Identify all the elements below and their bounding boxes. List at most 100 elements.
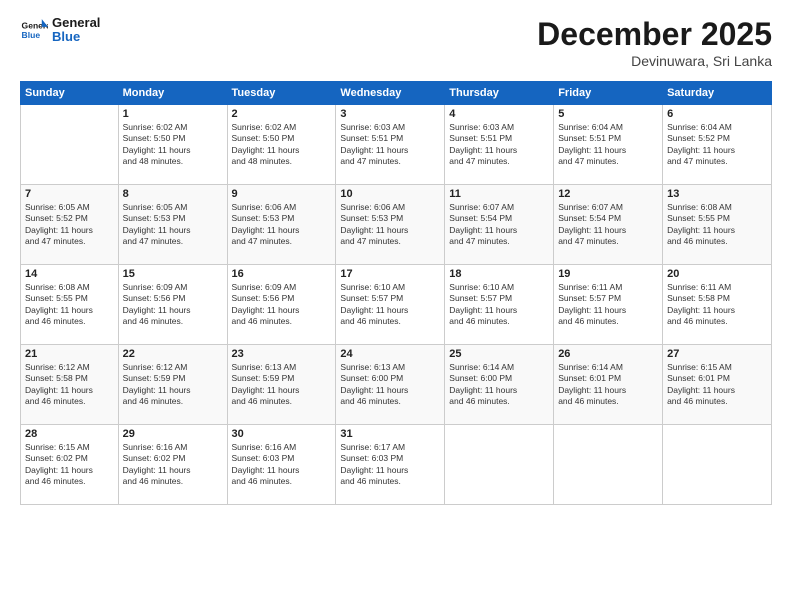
day-number: 3 bbox=[340, 108, 440, 120]
cell-info: Sunrise: 6:10 AMSunset: 5:57 PMDaylight:… bbox=[449, 282, 549, 328]
day-number: 30 bbox=[232, 428, 332, 440]
weekday-header-wednesday: Wednesday bbox=[336, 82, 445, 105]
cell-info: Sunrise: 6:05 AMSunset: 5:53 PMDaylight:… bbox=[123, 202, 223, 248]
day-number: 20 bbox=[667, 268, 767, 280]
cell-info: Sunrise: 6:06 AMSunset: 5:53 PMDaylight:… bbox=[340, 202, 440, 248]
cell-info: Sunrise: 6:16 AMSunset: 6:02 PMDaylight:… bbox=[123, 442, 223, 488]
weekday-header-saturday: Saturday bbox=[663, 82, 772, 105]
day-number: 9 bbox=[232, 188, 332, 200]
day-number: 8 bbox=[123, 188, 223, 200]
logo-general: General bbox=[52, 16, 100, 30]
calendar-cell bbox=[554, 425, 663, 505]
cell-info: Sunrise: 6:02 AMSunset: 5:50 PMDaylight:… bbox=[123, 122, 223, 168]
calendar-cell: 28Sunrise: 6:15 AMSunset: 6:02 PMDayligh… bbox=[21, 425, 119, 505]
logo-blue: Blue bbox=[52, 30, 100, 44]
cell-info: Sunrise: 6:13 AMSunset: 5:59 PMDaylight:… bbox=[232, 362, 332, 408]
calendar-cell: 21 Sunrise: 6:12 AMSunset: 5:58 PMDayligh… bbox=[21, 345, 119, 425]
calendar-cell: 14 Sunrise: 6:08 AMSunset: 5:55 PMDayligh… bbox=[21, 265, 119, 345]
calendar-cell: 26 Sunrise: 6:14 AMSunset: 6:01 PMDayligh… bbox=[554, 345, 663, 425]
calendar-cell: 18Sunrise: 6:10 AMSunset: 5:57 PMDayligh… bbox=[445, 265, 554, 345]
calendar-cell: 12Sunrise: 6:07 AMSunset: 5:54 PMDayligh… bbox=[554, 185, 663, 265]
cell-info: Sunrise: 6:03 AMSunset: 5:51 PMDaylight:… bbox=[449, 122, 549, 168]
day-number: 26 bbox=[558, 348, 658, 360]
cell-info: Sunrise: 6:08 AMSunset: 5:55 PMDaylight:… bbox=[25, 282, 114, 328]
day-number: 25 bbox=[449, 348, 549, 360]
week-row-5: 28Sunrise: 6:15 AMSunset: 6:02 PMDayligh… bbox=[21, 425, 772, 505]
calendar-cell: 1 Sunrise: 6:02 AMSunset: 5:50 PMDaylight… bbox=[118, 105, 227, 185]
calendar-cell: 4 Sunrise: 6:03 AMSunset: 5:51 PMDaylight… bbox=[445, 105, 554, 185]
cell-info: Sunrise: 6:16 AMSunset: 6:03 PMDaylight:… bbox=[232, 442, 332, 488]
weekday-header-thursday: Thursday bbox=[445, 82, 554, 105]
calendar-cell: 6 Sunrise: 6:04 AMSunset: 5:52 PMDaylight… bbox=[663, 105, 772, 185]
calendar-cell: 29 Sunrise: 6:16 AMSunset: 6:02 PMDayligh… bbox=[118, 425, 227, 505]
weekday-header-row: SundayMondayTuesdayWednesdayThursdayFrid… bbox=[21, 82, 772, 105]
calendar-cell: 31Sunrise: 6:17 AMSunset: 6:03 PMDayligh… bbox=[336, 425, 445, 505]
cell-info: Sunrise: 6:14 AMSunset: 6:01 PMDaylight:… bbox=[558, 362, 658, 408]
weekday-header-tuesday: Tuesday bbox=[227, 82, 336, 105]
calendar-cell: 22Sunrise: 6:12 AMSunset: 5:59 PMDayligh… bbox=[118, 345, 227, 425]
page: General Blue General Blue December 2025 … bbox=[0, 0, 792, 612]
calendar-cell: 3Sunrise: 6:03 AMSunset: 5:51 PMDaylight… bbox=[336, 105, 445, 185]
day-number: 23 bbox=[232, 348, 332, 360]
day-number: 12 bbox=[558, 188, 658, 200]
week-row-3: 14 Sunrise: 6:08 AMSunset: 5:55 PMDayligh… bbox=[21, 265, 772, 345]
cell-info: Sunrise: 6:11 AMSunset: 5:57 PMDaylight:… bbox=[558, 282, 658, 328]
calendar-cell: 15 Sunrise: 6:09 AMSunset: 5:56 PMDayligh… bbox=[118, 265, 227, 345]
calendar-cell bbox=[445, 425, 554, 505]
calendar-cell: 8 Sunrise: 6:05 AMSunset: 5:53 PMDaylight… bbox=[118, 185, 227, 265]
cell-info: Sunrise: 6:04 AMSunset: 5:51 PMDaylight:… bbox=[558, 122, 658, 168]
calendar-cell: 9 Sunrise: 6:06 AMSunset: 5:53 PMDaylight… bbox=[227, 185, 336, 265]
calendar-cell: 19 Sunrise: 6:11 AMSunset: 5:57 PMDayligh… bbox=[554, 265, 663, 345]
calendar-cell: 30 Sunrise: 6:16 AMSunset: 6:03 PMDayligh… bbox=[227, 425, 336, 505]
day-number: 1 bbox=[123, 108, 223, 120]
day-number: 15 bbox=[123, 268, 223, 280]
calendar-cell: 23 Sunrise: 6:13 AMSunset: 5:59 PMDayligh… bbox=[227, 345, 336, 425]
day-number: 29 bbox=[123, 428, 223, 440]
week-row-1: 1 Sunrise: 6:02 AMSunset: 5:50 PMDaylight… bbox=[21, 105, 772, 185]
day-number: 14 bbox=[25, 268, 114, 280]
title-block: December 2025 Devinuwara, Sri Lanka bbox=[537, 16, 772, 69]
cell-info: Sunrise: 6:14 AMSunset: 6:00 PMDaylight:… bbox=[449, 362, 549, 408]
day-number: 16 bbox=[232, 268, 332, 280]
svg-text:Blue: Blue bbox=[22, 30, 41, 40]
day-number: 7 bbox=[25, 188, 114, 200]
day-number: 4 bbox=[449, 108, 549, 120]
day-number: 17 bbox=[340, 268, 440, 280]
logo-icon: General Blue bbox=[20, 16, 48, 44]
calendar-cell: 17 Sunrise: 6:10 AMSunset: 5:57 PMDayligh… bbox=[336, 265, 445, 345]
cell-info: Sunrise: 6:15 AMSunset: 6:02 PMDaylight:… bbox=[25, 442, 114, 488]
calendar-cell: 13 Sunrise: 6:08 AMSunset: 5:55 PMDayligh… bbox=[663, 185, 772, 265]
cell-info: Sunrise: 6:08 AMSunset: 5:55 PMDaylight:… bbox=[667, 202, 767, 248]
cell-info: Sunrise: 6:11 AMSunset: 5:58 PMDaylight:… bbox=[667, 282, 767, 328]
day-number: 5 bbox=[558, 108, 658, 120]
weekday-header-monday: Monday bbox=[118, 82, 227, 105]
cell-info: Sunrise: 6:09 AMSunset: 5:56 PMDaylight:… bbox=[232, 282, 332, 328]
day-number: 21 bbox=[25, 348, 114, 360]
cell-info: Sunrise: 6:09 AMSunset: 5:56 PMDaylight:… bbox=[123, 282, 223, 328]
calendar-cell: 25 Sunrise: 6:14 AMSunset: 6:00 PMDayligh… bbox=[445, 345, 554, 425]
calendar-cell: 16 Sunrise: 6:09 AMSunset: 5:56 PMDayligh… bbox=[227, 265, 336, 345]
day-number: 11 bbox=[449, 188, 549, 200]
calendar-cell bbox=[663, 425, 772, 505]
cell-info: Sunrise: 6:12 AMSunset: 5:58 PMDaylight:… bbox=[25, 362, 114, 408]
cell-info: Sunrise: 6:15 AMSunset: 6:01 PMDaylight:… bbox=[667, 362, 767, 408]
day-number: 6 bbox=[667, 108, 767, 120]
calendar-cell: 27Sunrise: 6:15 AMSunset: 6:01 PMDayligh… bbox=[663, 345, 772, 425]
calendar-cell: 2 Sunrise: 6:02 AMSunset: 5:50 PMDaylight… bbox=[227, 105, 336, 185]
cell-info: Sunrise: 6:02 AMSunset: 5:50 PMDaylight:… bbox=[232, 122, 332, 168]
day-number: 19 bbox=[558, 268, 658, 280]
calendar-cell: 24Sunrise: 6:13 AMSunset: 6:00 PMDayligh… bbox=[336, 345, 445, 425]
day-number: 2 bbox=[232, 108, 332, 120]
calendar-cell: 20 Sunrise: 6:11 AMSunset: 5:58 PMDayligh… bbox=[663, 265, 772, 345]
week-row-4: 21 Sunrise: 6:12 AMSunset: 5:58 PMDayligh… bbox=[21, 345, 772, 425]
cell-info: Sunrise: 6:04 AMSunset: 5:52 PMDaylight:… bbox=[667, 122, 767, 168]
cell-info: Sunrise: 6:07 AMSunset: 5:54 PMDaylight:… bbox=[449, 202, 549, 248]
day-number: 13 bbox=[667, 188, 767, 200]
cell-info: Sunrise: 6:12 AMSunset: 5:59 PMDaylight:… bbox=[123, 362, 223, 408]
cell-info: Sunrise: 6:05 AMSunset: 5:52 PMDaylight:… bbox=[25, 202, 114, 248]
calendar-cell: 7 Sunrise: 6:05 AMSunset: 5:52 PMDaylight… bbox=[21, 185, 119, 265]
header: General Blue General Blue December 2025 … bbox=[20, 16, 772, 69]
cell-info: Sunrise: 6:10 AMSunset: 5:57 PMDaylight:… bbox=[340, 282, 440, 328]
cell-info: Sunrise: 6:17 AMSunset: 6:03 PMDaylight:… bbox=[340, 442, 440, 488]
cell-info: Sunrise: 6:06 AMSunset: 5:53 PMDaylight:… bbox=[232, 202, 332, 248]
